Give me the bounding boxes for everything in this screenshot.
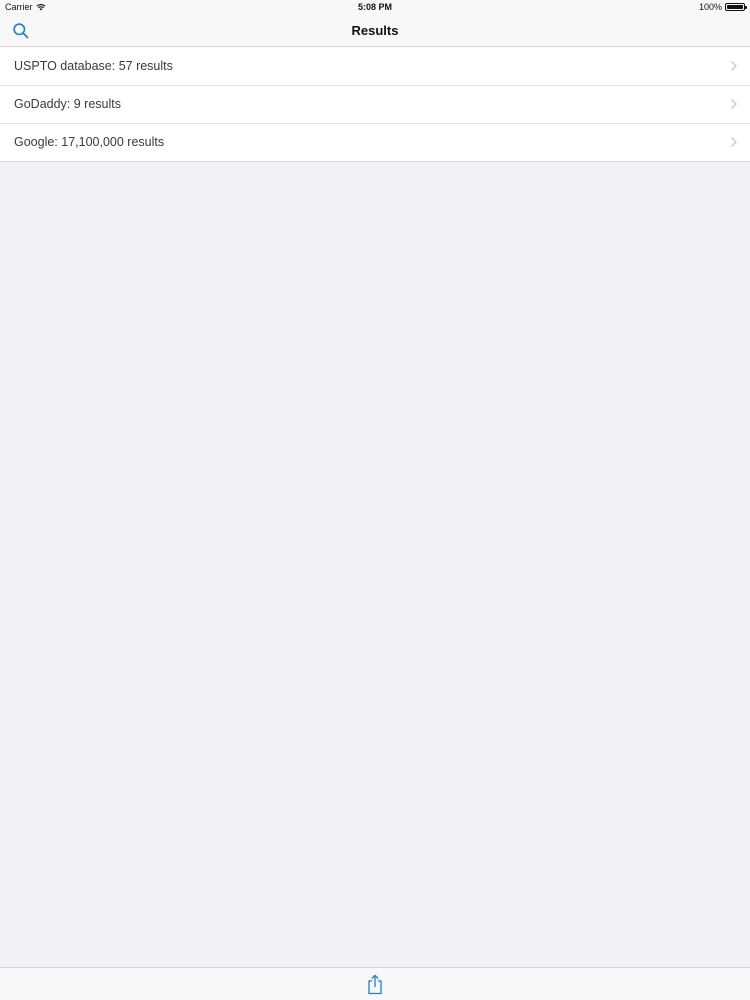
result-label: Google: 17,100,000 results <box>14 135 165 149</box>
battery-fill <box>727 5 743 9</box>
share-button[interactable] <box>366 974 384 995</box>
result-label: GoDaddy: 9 results <box>14 97 121 111</box>
status-bar: Carrier 5:08 PM 100% <box>0 0 750 16</box>
bottom-toolbar <box>0 967 750 1000</box>
results-list: USPTO database: 57 results GoDaddy: 9 re… <box>0 47 750 162</box>
chevron-right-icon <box>731 137 737 147</box>
navigation-bar: Results <box>0 16 750 47</box>
battery-percent: 100% <box>698 2 722 12</box>
status-right: 100% <box>698 2 747 12</box>
share-icon <box>368 974 382 995</box>
result-row-uspto[interactable]: USPTO database: 57 results <box>0 47 750 85</box>
result-row-google[interactable]: Google: 17,100,000 results <box>0 123 750 161</box>
screen: Carrier 5:08 PM 100% Results USPTO datab <box>0 0 750 1000</box>
chevron-right-icon <box>731 61 737 71</box>
result-row-godaddy[interactable]: GoDaddy: 9 results <box>0 85 750 123</box>
battery-icon <box>725 3 747 11</box>
page-title: Results <box>351 23 399 38</box>
status-time: 5:08 PM <box>357 2 392 12</box>
result-label: USPTO database: 57 results <box>14 59 173 73</box>
chevron-right-icon <box>731 99 737 109</box>
